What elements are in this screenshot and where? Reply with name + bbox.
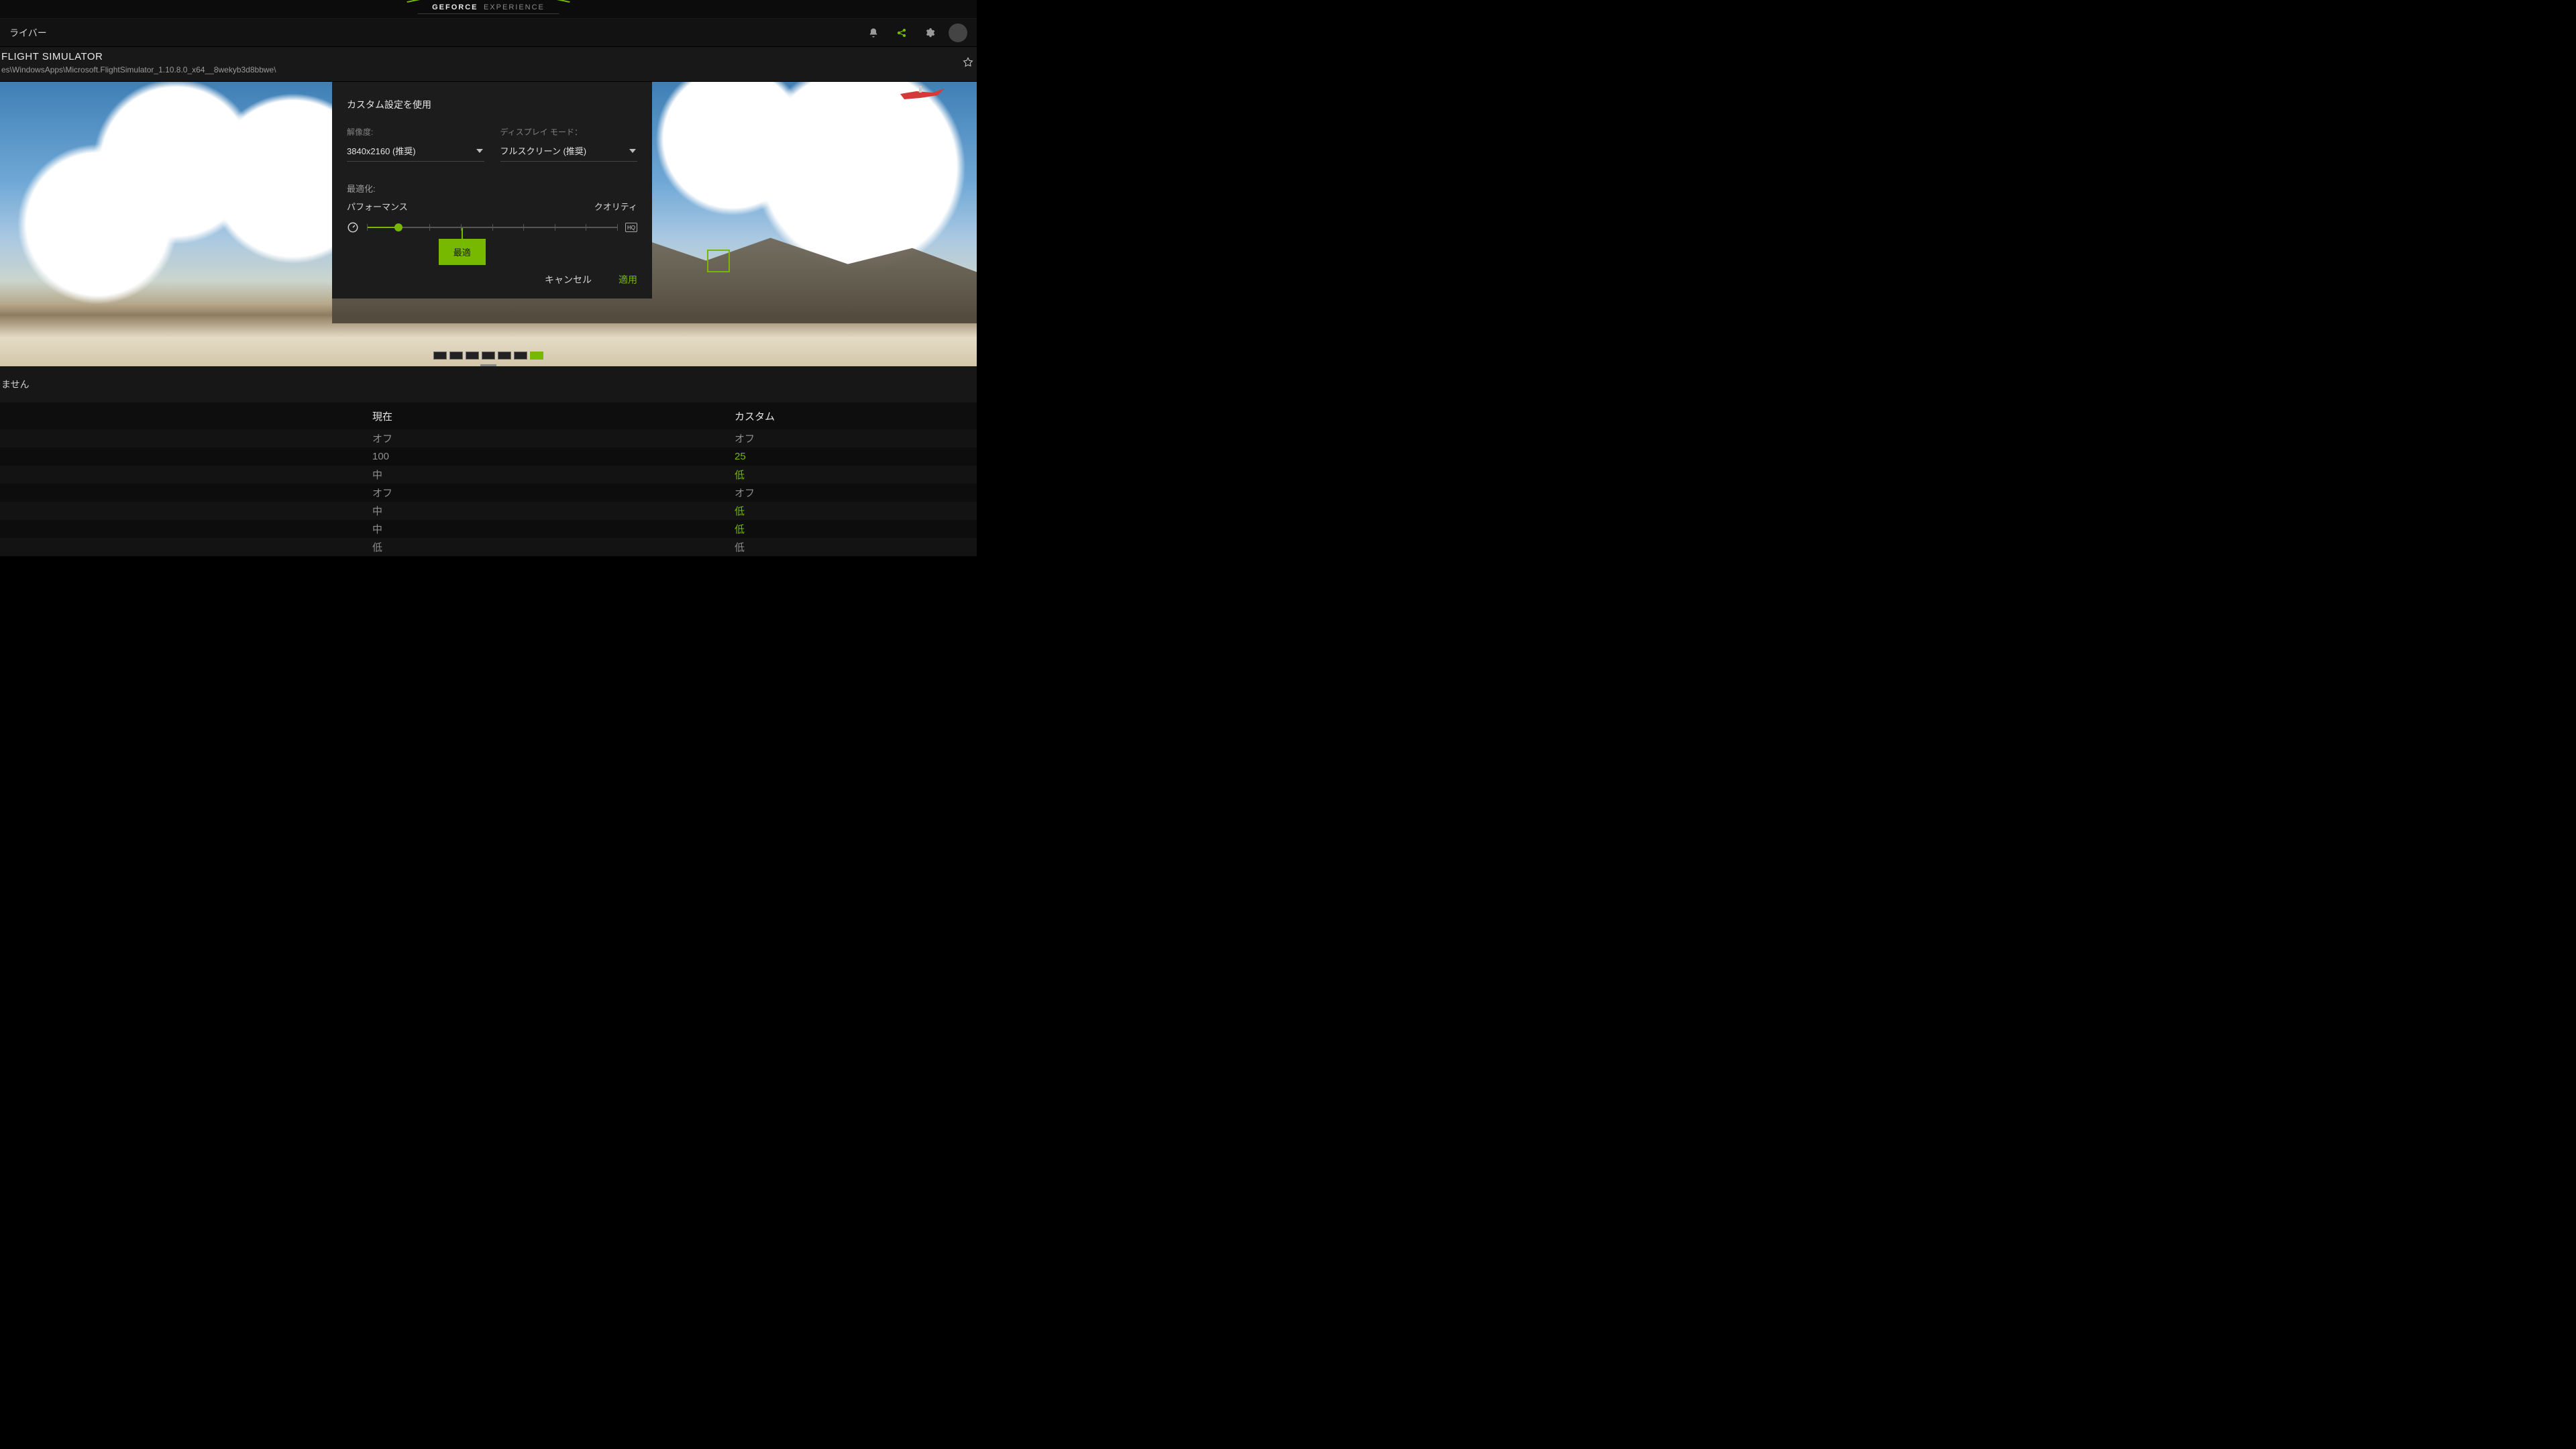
cell-current: オフ [372,431,735,445]
gear-icon[interactable] [923,26,936,40]
game-title: FLIGHT SIMULATOR [1,51,977,62]
cell-custom: 低 [735,504,977,518]
thumb-5[interactable] [498,352,511,360]
cell-current: オフ [372,486,735,500]
brand-bar: GEFORCE EXPERIENCE [0,0,977,19]
optimal-marker: 最適 [439,228,486,265]
cell-current: 100 [372,451,735,462]
table-row: 10025 [0,447,977,466]
cell-custom: 低 [735,540,977,554]
resolution-value: 3840x2160 (推奨) [347,144,416,157]
cell-current: 中 [372,468,735,482]
display-mode-label: ディスプレイ モード： [500,126,638,138]
share-icon[interactable] [895,26,908,40]
thumb-7[interactable] [530,352,543,360]
star-icon[interactable] [962,56,974,68]
game-path: es\WindowsApps\Microsoft.FlightSimulator… [1,65,977,74]
performance-icon [347,221,359,233]
cancel-button[interactable]: キャンセル [545,273,592,286]
cell-custom: 低 [735,468,977,482]
game-header: FLIGHT SIMULATOR es\WindowsApps\Microsof… [0,47,977,82]
optimize-label: 最適化: [347,182,637,195]
thumbnail-strip [433,352,543,360]
thumb-2[interactable] [449,352,463,360]
bell-icon[interactable] [867,26,880,40]
hero-image: カスタム設定を使用 解像度: 3840x2160 (推奨) ディスプレイ モード… [0,82,977,366]
slider-knob[interactable] [394,223,402,231]
cell-custom: オフ [735,486,977,500]
cell-custom: オフ [735,431,977,445]
resolution-label: 解像度: [347,126,484,138]
table-row: 低低 [0,538,977,556]
status-text: ません [1,378,30,391]
settings-table: 現在 カスタム オフオフ10025中低オフオフ中低中低低低 [0,402,977,556]
brand-strong: GEFORCE [432,3,478,11]
optimize-handle[interactable] [480,364,496,366]
thumb-1[interactable] [433,352,447,360]
zoom-marker[interactable] [707,250,730,272]
col-current: 現在 [372,409,735,423]
chevron-down-icon [629,149,636,153]
custom-settings-modal: カスタム設定を使用 解像度: 3840x2160 (推奨) ディスプレイ モード… [332,82,652,299]
cell-custom: 低 [735,522,977,536]
status-strip: ません [0,366,977,402]
hq-icon: HQ [625,223,637,232]
slider-right-label: クオリティ [594,200,637,213]
slider-left-label: パフォーマンス [347,200,408,213]
resolution-dropdown[interactable]: 解像度: 3840x2160 (推奨) [347,126,484,162]
table-row: オフオフ [0,484,977,502]
tab-drivers[interactable]: ライバー [9,26,47,40]
cell-custom: 25 [735,451,977,462]
table-header: 現在 カスタム [0,402,977,429]
thumb-4[interactable] [482,352,495,360]
thumb-6[interactable] [514,352,527,360]
cell-current: 低 [372,540,735,554]
table-row: オフオフ [0,429,977,447]
cell-current: 中 [372,504,735,518]
col-custom: カスタム [735,409,977,423]
table-row: 中低 [0,520,977,538]
table-row: 中低 [0,466,977,484]
apply-button[interactable]: 適用 [619,273,637,286]
plane-icon [899,85,946,101]
table-row: 中低 [0,502,977,520]
thumb-3[interactable] [466,352,479,360]
brand-light: EXPERIENCE [484,3,545,11]
cell-current: 中 [372,522,735,536]
quality-slider[interactable]: 最適 [367,227,617,228]
chevron-down-icon [476,149,483,153]
avatar[interactable] [949,23,967,42]
optimal-tag: 最適 [439,239,486,265]
menubar: ライバー [0,19,977,47]
display-mode-value: フルスクリーン (推奨) [500,144,587,157]
modal-title: カスタム設定を使用 [347,98,637,111]
display-mode-dropdown[interactable]: ディスプレイ モード： フルスクリーン (推奨) [500,126,638,162]
brand-badge: GEFORCE EXPERIENCE [405,0,572,14]
